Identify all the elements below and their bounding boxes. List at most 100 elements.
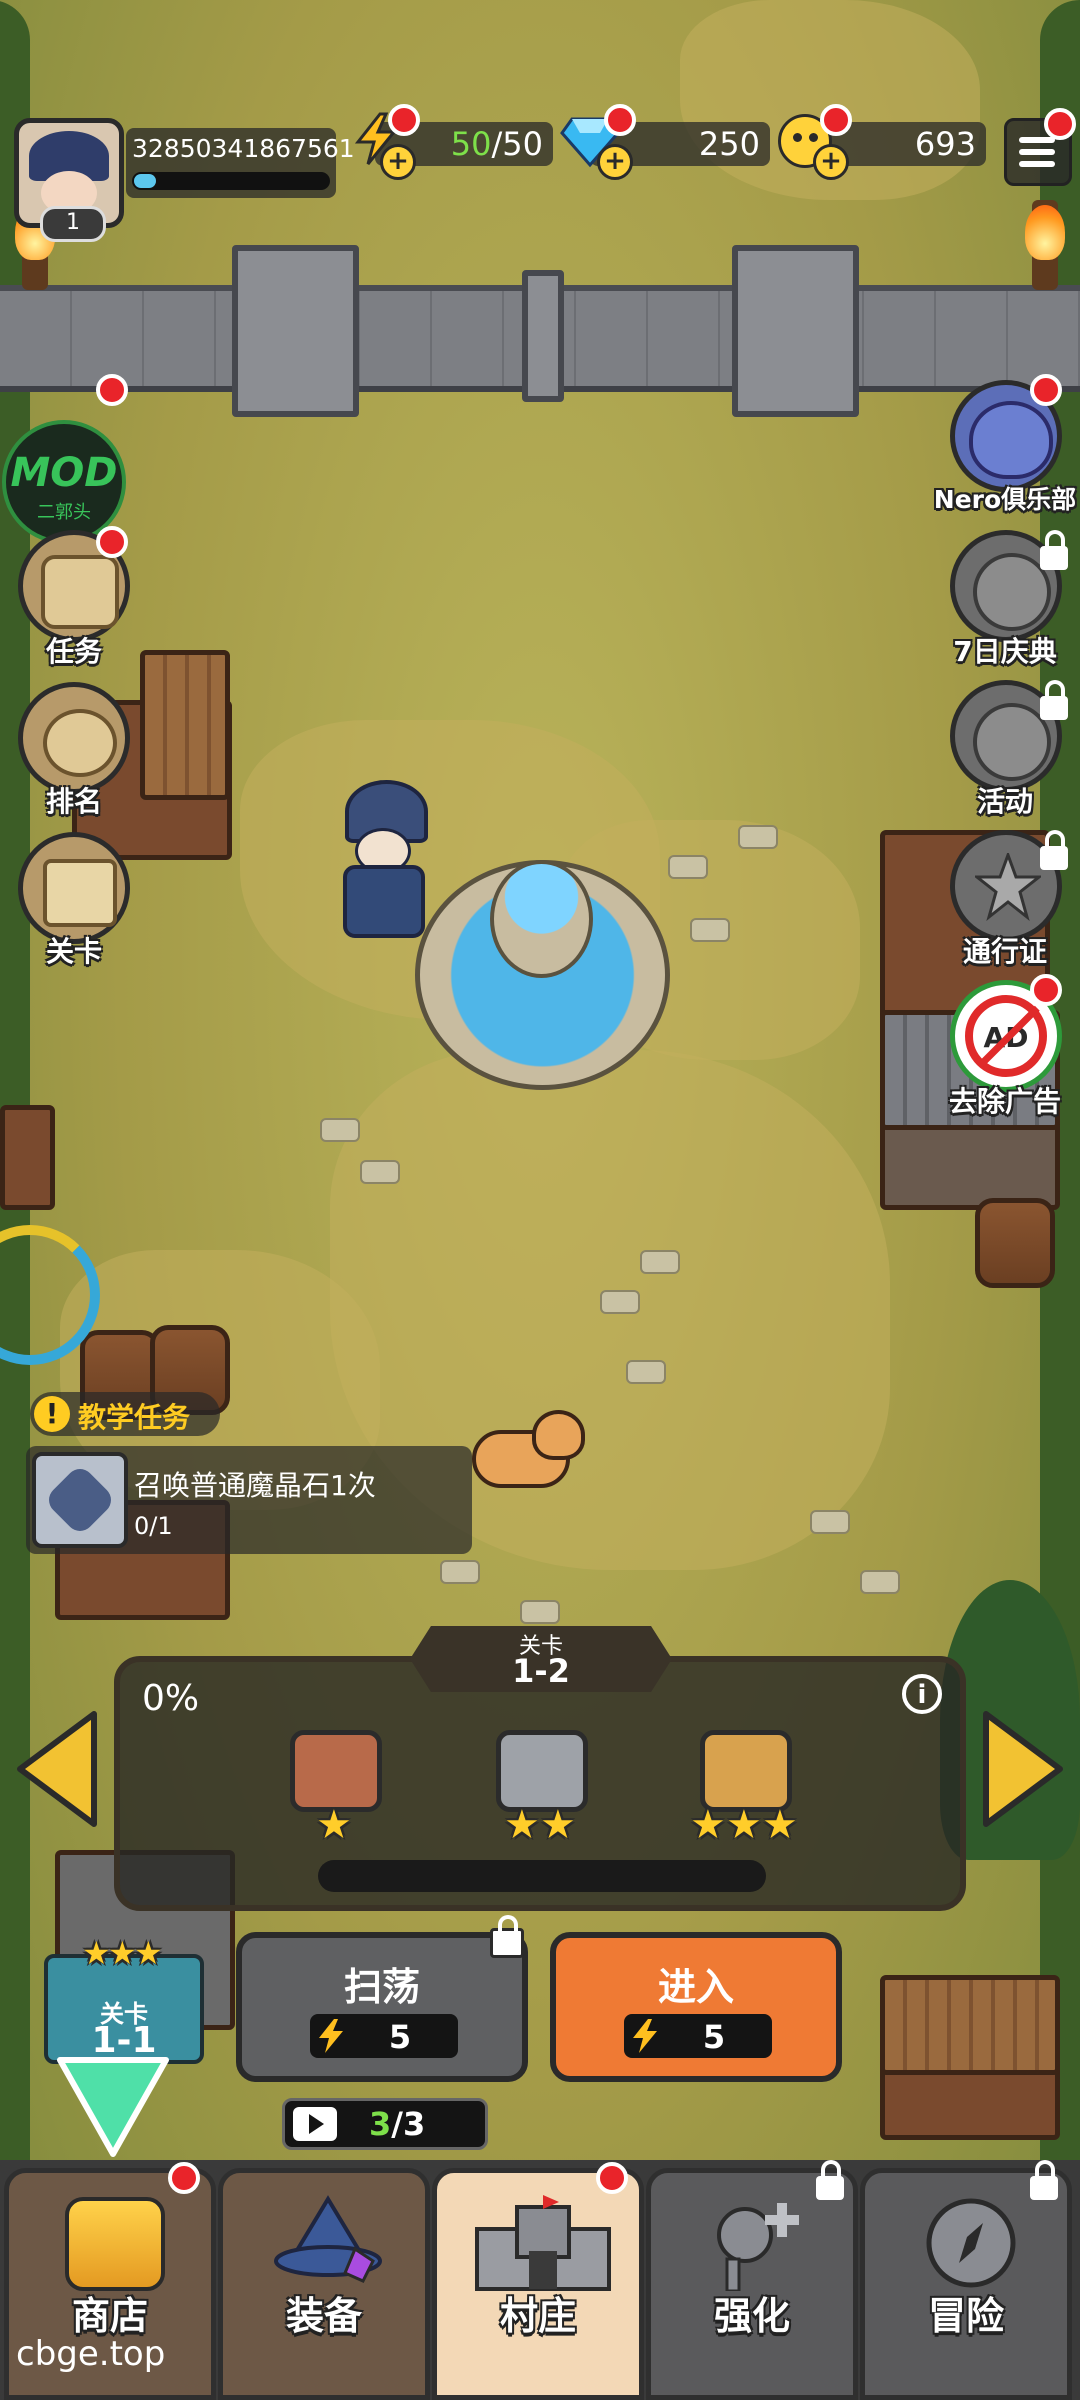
tab-village-label: 村庄 <box>499 2294 576 2338</box>
tutorial-task-text: 召唤普通魔晶石1次 <box>134 1469 376 1502</box>
tutorial-task-progress: 0/1 <box>134 1512 173 1540</box>
tab-adventure-label: 冒险 <box>927 2294 1004 2338</box>
wizard-character[interactable] <box>325 780 435 938</box>
path-stone <box>690 918 730 942</box>
tab-village[interactable]: 村庄 <box>432 2168 644 2400</box>
compass-icon <box>923 2195 1019 2291</box>
star-icon: ★ <box>540 1802 576 1848</box>
notification-dot <box>596 2162 628 2194</box>
gold-amount: 693 <box>914 125 976 163</box>
mod-badge[interactable]: MOD 二郭头 <box>2 420 126 544</box>
barrel <box>975 1198 1055 1288</box>
watch-ad-counter[interactable]: 3/3 <box>282 2098 488 2150</box>
wall-pillar <box>522 270 564 402</box>
lock-icon <box>490 1915 524 1958</box>
fountain-basin <box>490 860 593 978</box>
notification-dot <box>1030 974 1062 1006</box>
map-icon <box>43 859 117 927</box>
enter-button[interactable]: 进入 5 <box>550 1932 842 2082</box>
path-stone <box>626 1360 666 1384</box>
next-stage-arrow[interactable] <box>980 1710 1066 1828</box>
stage-tag: 关卡 1-2 <box>410 1626 672 1692</box>
star-icon: ★ <box>316 1802 352 1848</box>
sweep-cost: 5 <box>388 2018 412 2056</box>
info-icon[interactable]: i <box>902 1674 942 1714</box>
sweep-label: 扫荡 <box>343 1965 420 2009</box>
star-shield-icon <box>972 850 1044 923</box>
path-stone <box>360 1160 400 1184</box>
mod-badge-subtitle: 二郭头 <box>37 502 91 523</box>
add-energy-button[interactable]: + <box>380 144 416 180</box>
mod-badge-title: MOD <box>10 450 118 496</box>
path-stone <box>860 1570 900 1594</box>
ranking-button[interactable] <box>18 682 130 794</box>
battle-pass-label: 通行证 <box>962 935 1047 968</box>
stage-chest-3[interactable] <box>700 1730 792 1812</box>
down-chevron-icon[interactable] <box>52 2052 174 2162</box>
add-gems-button[interactable]: + <box>597 144 633 180</box>
notification-dot <box>820 104 852 136</box>
wall-tower <box>732 245 859 417</box>
house-roof <box>880 1975 1060 2075</box>
sweep-button[interactable]: 扫荡 5 <box>236 1932 528 2082</box>
notification-dot <box>168 2162 200 2194</box>
notification-dot <box>1044 108 1076 140</box>
tab-shop-label: 商店 <box>71 2294 148 2338</box>
events-label: 活动 <box>976 785 1033 818</box>
path-stone <box>810 1510 850 1534</box>
wall-tower <box>232 245 359 417</box>
laurel-icon <box>43 709 117 777</box>
notification-dot <box>388 104 420 136</box>
path-stone <box>320 1118 360 1142</box>
seven-day-label: 7日庆典 <box>953 635 1057 668</box>
cat-face-icon <box>969 401 1053 479</box>
watermark: cbge.top <box>16 2334 166 2374</box>
path-stone <box>668 855 708 879</box>
house-roof <box>140 650 230 800</box>
previous-stage-arrow[interactable] <box>14 1710 100 1828</box>
ranking-label: 排名 <box>45 785 102 818</box>
corgi-dog[interactable] <box>472 1410 585 1488</box>
stage-tag-number: 1-2 <box>512 1652 570 1690</box>
tutorial-task-card[interactable]: 召唤普通魔晶石1次 0/1 <box>26 1446 472 1554</box>
notification-dot <box>604 104 636 136</box>
scroll-icon <box>41 555 119 629</box>
enter-cost-box: 5 <box>624 2014 772 2058</box>
stage-map-button[interactable] <box>18 832 130 944</box>
stage-completion-percent: 0% <box>142 1678 200 1719</box>
player-level: 1 <box>40 206 106 242</box>
tab-upgrade[interactable]: 强化 <box>646 2168 858 2400</box>
star-icon: ★ <box>726 1802 762 1848</box>
xp-bar-fill <box>134 174 156 188</box>
add-gold-button[interactable]: + <box>813 144 849 180</box>
path-stone <box>640 1250 680 1274</box>
path-stone <box>520 1600 560 1624</box>
tab-equipment[interactable]: 装备 <box>218 2168 430 2400</box>
upgrade-wand-icon <box>707 2199 807 2293</box>
tab-adventure[interactable]: 冒险 <box>860 2168 1072 2400</box>
sweep-cost-box: 5 <box>310 2014 458 2058</box>
lock-icon <box>816 2160 844 2200</box>
star-icon: ★ <box>762 1802 798 1848</box>
stage-chest-2[interactable] <box>496 1730 588 1812</box>
stage-progress-bar <box>318 1860 766 1892</box>
tutorial-header-text: 教学任务 <box>78 1401 191 1434</box>
play-video-icon <box>293 2107 337 2141</box>
house <box>0 1105 55 1210</box>
star-icon: ★ <box>134 1934 163 1972</box>
lock-icon <box>1040 680 1068 720</box>
notification-dot <box>96 526 128 558</box>
gem-amount: 250 <box>698 125 760 163</box>
lightning-icon <box>630 2018 660 2054</box>
notification-dot <box>96 374 128 406</box>
ad-count-max: /3 <box>391 2105 426 2143</box>
stage-chest-1[interactable] <box>290 1730 382 1812</box>
remove-ads-label: 去除广告 <box>948 1085 1061 1118</box>
lightning-icon <box>316 2018 346 2054</box>
player-id: 32850341867561 <box>132 134 355 163</box>
tab-equipment-label: 装备 <box>285 2294 362 2338</box>
ad-count-current: 3 <box>369 2105 392 2143</box>
torch-flame-icon <box>1025 205 1065 260</box>
stage-panel: 0% i ★ ★ ★ ★ ★ ★ <box>114 1656 966 1911</box>
nero-club-label: Nero俱乐部 <box>933 485 1077 514</box>
